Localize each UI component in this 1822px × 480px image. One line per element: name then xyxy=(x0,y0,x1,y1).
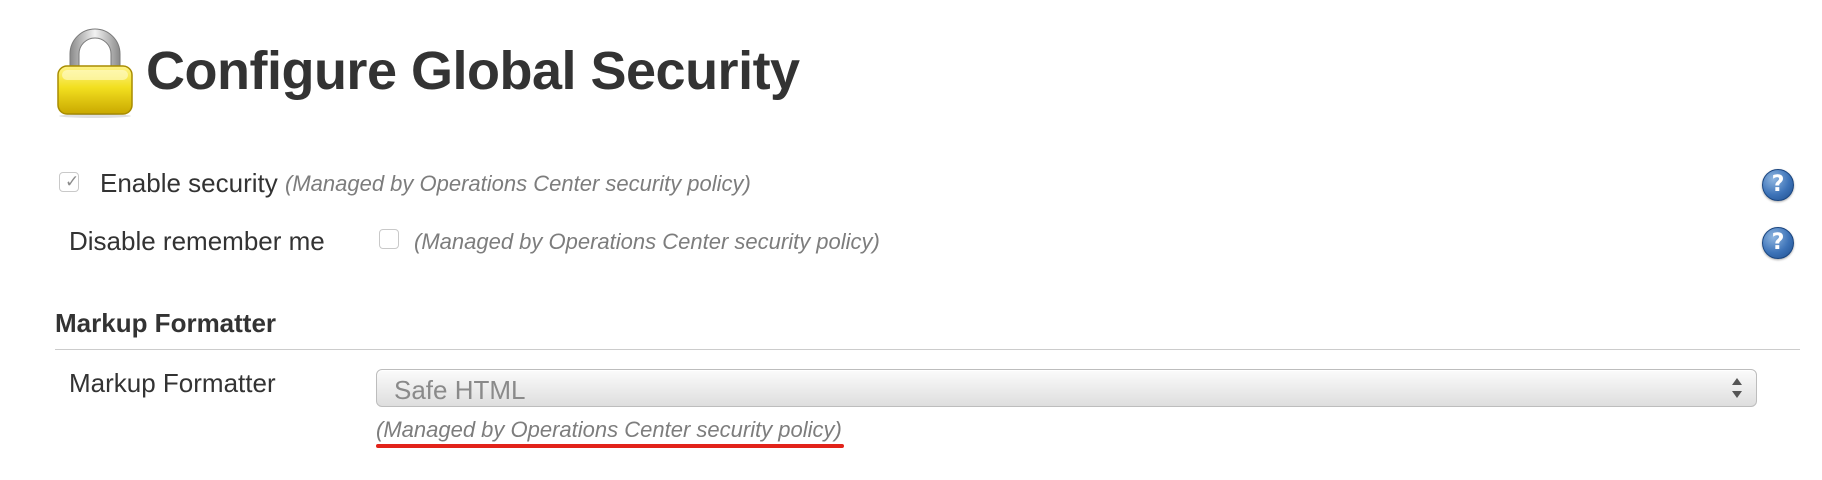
help-icon[interactable]: ? xyxy=(1762,169,1794,201)
enable-security-label: Enable security xyxy=(100,168,278,198)
section-title-markup-formatter: Markup Formatter xyxy=(55,308,277,338)
markup-formatter-note: (Managed by Operations Center security p… xyxy=(376,417,842,442)
disable-remember-me-checkbox[interactable] xyxy=(379,229,399,249)
help-icon-glyph: ? xyxy=(1771,230,1785,255)
select-arrows-icon xyxy=(1732,378,1742,398)
lock-icon xyxy=(57,28,133,118)
page-title: Configure Global Security xyxy=(146,41,800,101)
enable-security-checkbox[interactable]: ✓ xyxy=(59,172,79,192)
disable-remember-me-note: (Managed by Operations Center security p… xyxy=(414,229,880,254)
help-icon[interactable]: ? xyxy=(1762,227,1794,259)
disable-remember-me-label: Disable remember me xyxy=(69,226,325,256)
section-divider xyxy=(55,349,1800,350)
annotation-underline xyxy=(376,444,844,448)
help-icon-glyph: ? xyxy=(1771,172,1785,197)
enable-security-note: (Managed by Operations Center security p… xyxy=(285,171,751,196)
markup-formatter-selected-value: Safe HTML xyxy=(394,375,526,405)
markup-formatter-label: Markup Formatter xyxy=(69,368,276,398)
checkmark-icon: ✓ xyxy=(65,172,80,192)
markup-formatter-select[interactable]: Safe HTML xyxy=(376,369,1757,407)
